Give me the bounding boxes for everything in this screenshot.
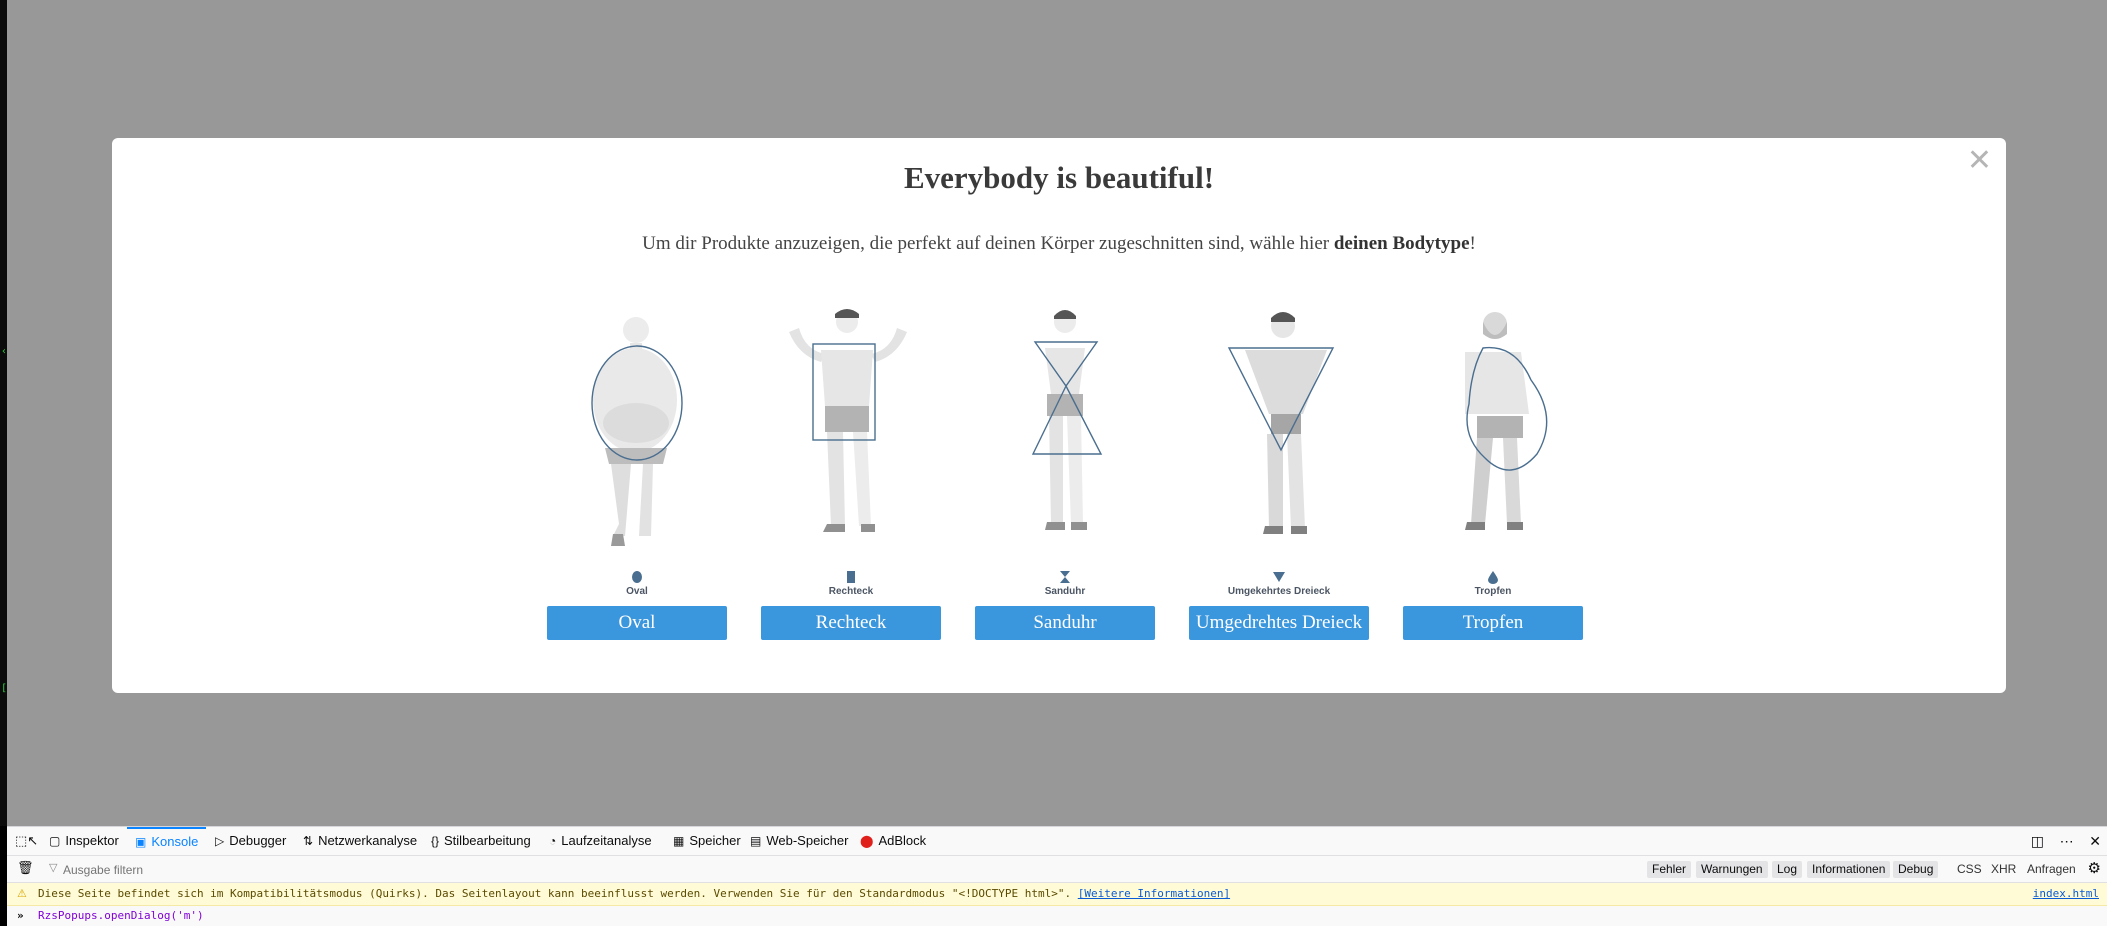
oval-body-figure [591, 317, 683, 546]
drop-icon [1403, 570, 1583, 586]
bodytype-caption: Sanduhr [1044, 586, 1086, 597]
tab-label: Speicher [689, 833, 741, 848]
rectangle-button[interactable]: Rechteck [761, 606, 941, 640]
page-viewport: ✕ Everybody is beautiful! Um dir Produkt… [7, 0, 2107, 826]
tab-label: Inspektor [65, 833, 119, 848]
tab-label: Web-Speicher [766, 833, 849, 848]
storage-icon: ▤ [750, 834, 762, 848]
warning-text: Diese Seite befindet sich im Kompatibili… [38, 883, 1230, 905]
bodytype-drop: Tropfen Tropfen [1403, 308, 1583, 640]
tab-konsole[interactable]: ▣ Konsole [127, 827, 207, 857]
bodytype-oval: Oval Oval [547, 308, 727, 640]
tab-laufzeitanalyse[interactable]: ◔ Laufzeitanalyse [549, 827, 652, 855]
tab-label: Stilbearbeitung [444, 833, 531, 848]
close-icon[interactable]: ✕ [2089, 833, 2101, 849]
bodytype-caption: Umgekehrtes Dreieck [1227, 586, 1331, 597]
tab-adblock[interactable]: ⬤ AdBlock [860, 827, 926, 855]
devtools-panel: ⬚↖ ▢ Inspektor ▣ Konsole ▷ Debugger ⇅ Netzwe… [7, 826, 2107, 926]
console-warning-message: ⚠ Diese Seite befindet sich im Kompatibi… [7, 883, 2107, 906]
tab-stilbearbeitung[interactable]: {} Stilbearbeitung [431, 827, 531, 855]
bodytype-caption: Oval [626, 586, 648, 597]
drop-button[interactable]: Tropfen [1403, 606, 1583, 640]
gear-icon[interactable]: ⚙ [2088, 859, 2101, 877]
tab-label: AdBlock [878, 833, 927, 848]
hourglass-icon [975, 570, 1155, 586]
modal-subtitle: Um dir Produkte anzuzeigen, die perfekt … [112, 233, 2006, 255]
bodytype-modal: ✕ Everybody is beautiful! Um dir Produkt… [112, 138, 2006, 693]
subtitle-emphasis: deinen Bodytype [1333, 233, 1470, 254]
style-editor-icon: {} [431, 834, 440, 848]
bodytype-hourglass: Sanduhr Sanduhr [975, 308, 1155, 640]
subtitle-end: ! [1469, 233, 1476, 254]
source-file-link[interactable]: index.html [2033, 883, 2099, 905]
performance-icon: ◔ [549, 834, 557, 848]
network-icon: ⇅ [303, 834, 314, 848]
dock-icon[interactable]: ◫ [2031, 833, 2044, 849]
pick-element-icon[interactable]: ⬚↖ [15, 827, 38, 855]
level-warnungen-button[interactable]: Warnungen [1696, 861, 1768, 878]
devtools-window-controls: ◫ ⋯ ✕ [2019, 827, 2101, 855]
bodytype-rectangle: Rechteck Rechteck [761, 308, 941, 640]
rectangle-icon [761, 570, 941, 586]
bodytype-caption: Tropfen [1474, 586, 1512, 597]
inverted-triangle-icon [1189, 570, 1369, 586]
bodytype-caption: Rechteck [828, 586, 874, 597]
tab-speicher[interactable]: ▦ Speicher [673, 827, 741, 855]
tab-label: Konsole [151, 834, 199, 849]
drop-body-figure [1465, 312, 1548, 530]
console-filterbar: 🗑 ▽ Fehler Warnungen Log Informationen D… [7, 856, 2107, 883]
adblock-icon: ⬤ [860, 834, 874, 848]
console-icon: ▣ [135, 835, 147, 849]
memory-icon: ▦ [673, 834, 685, 848]
oval-icon [547, 570, 727, 586]
tab-netzwerkanalyse[interactable]: ⇅ Netzwerkanalyse [303, 827, 417, 855]
warning-message: Diese Seite befindet sich im Kompatibili… [38, 887, 1072, 900]
warning-icon: ⚠ [17, 887, 27, 900]
prompt-chevron-icon: » [17, 909, 24, 922]
inspector-icon: ▢ [49, 834, 61, 848]
inverted-triangle-body-figure [1227, 312, 1335, 534]
tab-label: Laufzeitanalyse [561, 833, 652, 848]
modal-title: Everybody is beautiful! [903, 160, 1215, 195]
left-edge-strip: ‹ [ [0, 0, 7, 826]
console-command[interactable]: RzsPopups.openDialog('m') [38, 906, 204, 926]
filter-css-button[interactable]: CSS [1957, 861, 1982, 878]
subtitle-text: Um dir Produkte anzuzeigen, die perfekt … [642, 233, 1334, 254]
more-info-link[interactable]: [Weitere Informationen] [1078, 887, 1230, 900]
tab-label: Debugger [229, 833, 287, 848]
level-informationen-button[interactable]: Informationen [1807, 861, 1891, 878]
filter-xhr-button[interactable]: XHR [1991, 861, 2016, 878]
hourglass-body-figure [1031, 310, 1103, 530]
tab-debugger[interactable]: ▷ Debugger [215, 827, 286, 855]
console-input-row[interactable]: » RzsPopups.openDialog('m') [7, 906, 2107, 926]
inverted-triangle-button[interactable]: Umgedrehtes Dreieck [1189, 606, 1369, 640]
edge-marker-icon: [ [1, 683, 8, 694]
level-fehler-button[interactable]: Fehler [1647, 861, 1692, 878]
level-debug-button[interactable]: Debug [1893, 861, 1939, 878]
oval-button[interactable]: Oval [547, 606, 727, 640]
debugger-icon: ▷ [215, 834, 225, 848]
filter-input[interactable] [47, 859, 565, 881]
more-icon[interactable]: ⋯ [2060, 833, 2074, 849]
devtools-tabbar: ⬚↖ ▢ Inspektor ▣ Konsole ▷ Debugger ⇅ Netzwe… [7, 827, 2107, 856]
rectangle-body-figure [789, 309, 907, 532]
hourglass-button[interactable]: Sanduhr [975, 606, 1155, 640]
bodytype-inverted-triangle: Umgekehrtes Dreieck Umgedrehtes Dreieck [1189, 308, 1369, 640]
trash-icon[interactable]: 🗑 [17, 860, 34, 876]
filter-anfragen-button[interactable]: Anfragen [2027, 861, 2076, 878]
tab-web-speicher[interactable]: ▤ Web-Speicher [750, 827, 848, 855]
level-log-button[interactable]: Log [1772, 861, 1803, 878]
edge-marker-icon: ‹ [1, 346, 8, 357]
tab-label: Netzwerkanalyse [318, 833, 418, 848]
tab-inspektor[interactable]: ▢ Inspektor [49, 827, 119, 855]
